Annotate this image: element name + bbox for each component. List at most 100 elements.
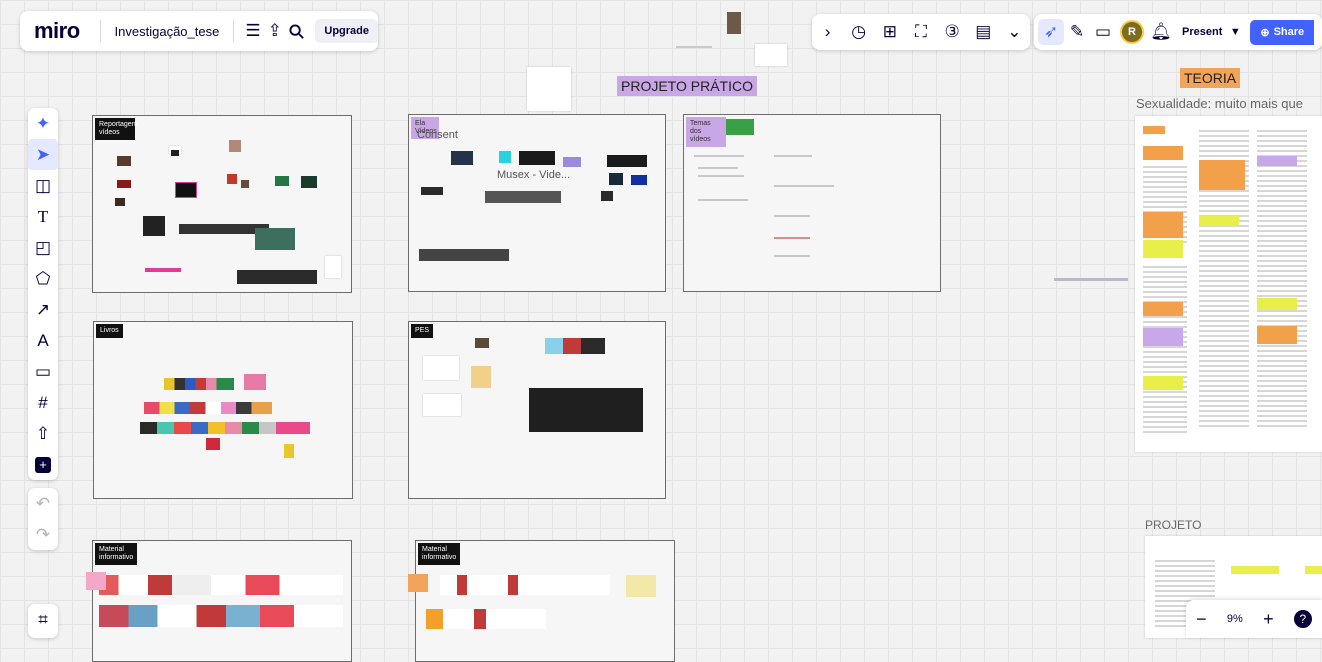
chevron-down-icon[interactable]: ▼ [1226,19,1244,45]
teoria-document[interactable] [1135,116,1322,452]
board-name[interactable]: Investigação_tese [115,24,220,39]
image-thumbnail[interactable] [451,151,473,165]
image-thumbnail[interactable] [229,140,241,152]
image-thumbnail[interactable] [545,338,605,354]
upload-icon[interactable]: ⇧ [28,418,58,449]
frame-tool-icon[interactable]: # [28,387,58,418]
book-cover[interactable] [140,422,310,434]
image-thumbnail[interactable] [275,176,289,186]
export-icon[interactable]: ⇪ [264,18,286,44]
frame-reportagens[interactable]: Reportagens vídeos [92,115,352,293]
image-thumbnail[interactable] [607,155,647,167]
projeto-heading[interactable]: PROJETO [1145,518,1201,532]
image-thumbnail[interactable] [423,356,459,380]
image-thumbnail[interactable] [143,216,165,236]
pen-icon[interactable]: A [28,325,58,356]
more-chevron-icon[interactable]: ⌄ [1001,19,1027,45]
image-thumbnail[interactable] [255,228,295,250]
focus-icon[interactable]: ⛶ [908,19,934,45]
image-thumbnail[interactable] [485,191,561,203]
image-thumbnail[interactable] [227,174,237,184]
text-icon[interactable]: T [28,201,58,232]
select-cursor-icon[interactable]: ➤ [28,139,58,170]
ai-sparkle-icon[interactable]: ✦ [28,108,58,139]
help-icon[interactable]: ? [1293,610,1312,628]
note-card[interactable] [755,44,787,66]
consent-label[interactable]: Consent [417,129,458,141]
zoom-level[interactable]: 9% [1227,613,1243,625]
image-thumbnail[interactable] [727,12,741,34]
image-thumbnail[interactable] [115,198,125,206]
reactions-icon[interactable]: ➶ [1038,19,1064,45]
document-page[interactable] [99,575,343,595]
book-cover[interactable] [164,378,234,390]
image-thumbnail[interactable] [609,173,623,185]
frames-list-icon[interactable]: ⌗ [28,604,58,635]
redo-icon[interactable]: ↷ [28,519,58,550]
connection-line-icon[interactable]: ↗ [28,294,58,325]
miro-logo[interactable]: miro [34,18,80,44]
more-apps-icon[interactable]: + [28,449,58,480]
image-thumbnail[interactable] [423,394,461,416]
image-thumbnail[interactable] [471,366,491,388]
book-cover[interactable] [284,444,294,458]
note-card[interactable] [527,67,571,111]
document-page[interactable] [426,609,546,629]
frame-pes[interactable]: PES [408,321,666,499]
number-icon[interactable]: ③ [939,19,965,45]
image-thumbnail[interactable] [726,119,754,135]
menu-icon[interactable]: ☰ [242,18,264,44]
frame-livros[interactable]: Livros [93,321,353,499]
book-cover[interactable] [206,438,220,450]
image-thumbnail[interactable] [145,268,181,272]
musex-label[interactable]: Musex - Vide... [497,169,570,181]
zoom-out-icon[interactable]: − [1196,609,1207,630]
frame-material-informativo-1[interactable]: Material informativo [92,540,352,662]
image-thumbnail[interactable] [237,270,317,284]
teoria-heading[interactable]: TEORIA [1180,68,1241,88]
image-thumbnail[interactable] [175,182,197,198]
zoom-in-icon[interactable]: + [1263,609,1274,630]
image-thumbnail[interactable] [171,150,179,156]
image-thumbnail[interactable] [563,157,581,167]
image-thumbnail[interactable] [499,151,511,163]
comment-tool-icon[interactable]: ▭ [28,356,58,387]
document-page[interactable] [99,605,343,627]
document-page[interactable] [440,575,610,595]
celebrate-icon[interactable]: ✎ [1064,19,1090,45]
templates-icon[interactable]: ◫ [28,170,58,201]
image-thumbnail[interactable] [475,338,489,348]
avatar[interactable]: R [1120,20,1144,44]
document-page[interactable] [626,575,656,597]
upgrade-button[interactable]: Upgrade [315,19,378,43]
image-thumbnail[interactable] [601,191,613,201]
book-cover[interactable] [244,374,266,390]
projeto-pratico-heading[interactable]: PROJETO PRÁTICO [617,76,757,96]
book-cover[interactable] [144,402,272,414]
comment-icon[interactable]: ▭ [1090,19,1116,45]
frame-temas[interactable]: Temas dos vídeos [683,114,941,292]
image-thumbnail[interactable] [529,388,643,432]
image-thumbnail[interactable] [519,151,555,165]
search-icon[interactable] [286,18,308,44]
notes-icon[interactable]: ▤ [970,19,996,45]
frame-ela-videos[interactable]: Ela Vídeos Consent Musex - Vide... [408,114,666,292]
share-button[interactable]: ⊕ Share [1250,19,1315,45]
frame-material-informativo-2[interactable]: Material informativo [415,540,675,662]
add-frame-icon[interactable]: ⊞ [877,19,903,45]
image-thumbnail[interactable] [419,249,509,261]
expand-chevron-icon[interactable]: › [815,19,841,45]
link-text[interactable] [1054,278,1128,281]
sticky-note-icon[interactable]: ◰ [28,232,58,263]
image-thumbnail[interactable] [301,176,317,188]
image-thumbnail[interactable] [421,187,443,195]
image-thumbnail[interactable] [117,180,131,188]
note-card[interactable] [325,256,341,278]
sticky-note[interactable] [86,572,106,590]
image-thumbnail[interactable] [117,156,131,166]
bell-icon[interactable]: 🔔︎ [1148,19,1174,45]
shapes-icon[interactable]: ⬠ [28,263,58,294]
sticky-note[interactable] [408,574,428,592]
image-thumbnail[interactable] [241,180,249,188]
timer-icon[interactable]: ◷ [846,19,872,45]
